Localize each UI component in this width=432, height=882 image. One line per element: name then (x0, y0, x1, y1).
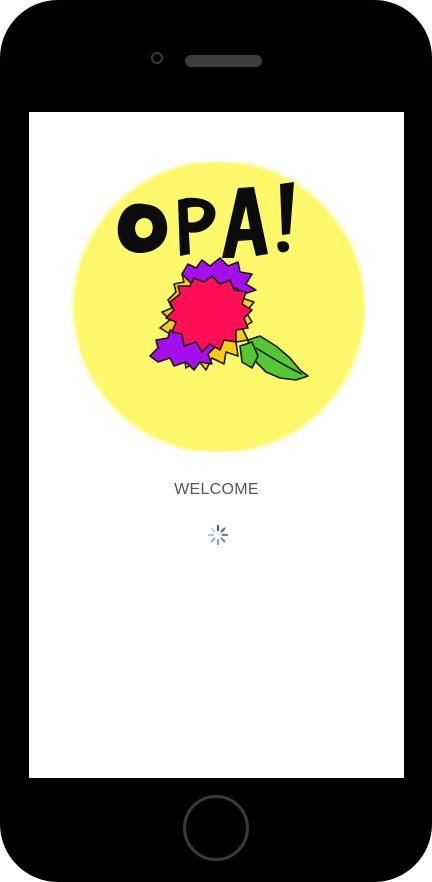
front-camera (151, 52, 163, 64)
earpiece-speaker (185, 55, 262, 67)
opa-logo (71, 162, 367, 452)
home-button[interactable] (183, 795, 249, 861)
loading-spinner-icon (207, 524, 229, 546)
phone-frame: WELCOME (0, 0, 432, 882)
welcome-text: WELCOME (174, 481, 259, 498)
app-screen: WELCOME (29, 112, 404, 778)
